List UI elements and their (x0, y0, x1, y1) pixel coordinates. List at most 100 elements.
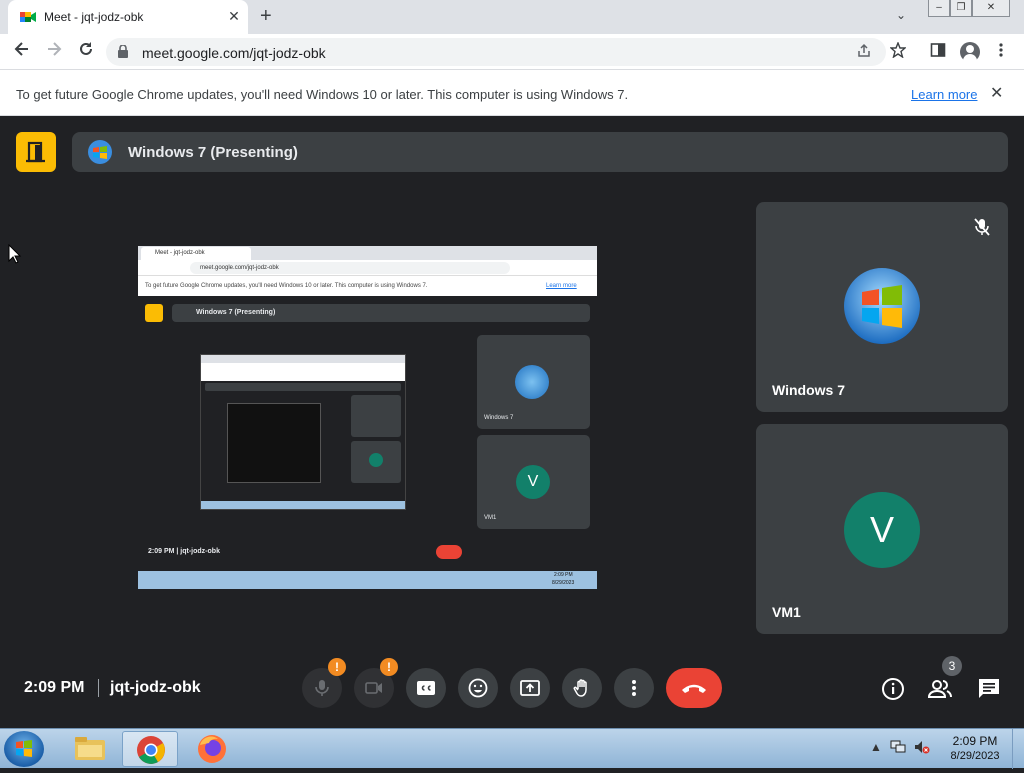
chat-icon[interactable] (976, 676, 1002, 702)
taskbar-clock-time[interactable]: 2:09 PM (948, 734, 1002, 748)
shared-screen-view[interactable]: Meet - jqt-jodz-obk meet.google.com/jqt-… (138, 246, 597, 589)
lock-icon (118, 45, 128, 58)
shared-toolbar: meet.google.com/jqt-jodz-obk (138, 260, 597, 276)
more-options-button[interactable] (614, 668, 654, 708)
present-screen-button[interactable] (510, 668, 550, 708)
new-tab-button[interactable]: + (260, 5, 272, 28)
share-icon[interactable] (856, 43, 872, 63)
companion-door-button[interactable] (16, 132, 56, 172)
shared-taskbar-date: 8/29/2023 (552, 580, 575, 586)
taskbar-clock-date[interactable]: 8/29/2023 (946, 750, 1004, 762)
bookmark-star-icon[interactable] (889, 41, 907, 62)
shared-tile2-name: VM1 (484, 515, 497, 521)
restore-button[interactable]: ❐ (950, 0, 972, 17)
taskbar-file-explorer[interactable] (62, 731, 118, 767)
camera-warning-badge: ! (380, 658, 398, 676)
browser-tab-meet[interactable]: Meet - jqt-jodz-obk ✕ (8, 0, 248, 34)
mouse-cursor-icon (8, 244, 22, 264)
presenting-title: Windows 7 (Presenting) (128, 144, 298, 161)
window-controls: – ❐ ✕ (928, 0, 1010, 18)
shared-infobar-message: To get future Google Chrome updates, you… (145, 283, 428, 289)
shared-learn-more: Learn more (546, 283, 577, 289)
participant-name-vm1: VM1 (772, 604, 801, 620)
profile-avatar-icon[interactable] (960, 42, 980, 62)
google-meet-favicon-icon (20, 12, 36, 22)
more-vert-icon (632, 680, 636, 696)
shared-tile1-name: Windows 7 (484, 415, 514, 421)
people-icon[interactable] (927, 676, 953, 702)
time-code-separator (98, 679, 99, 697)
mic-warning-badge: ! (328, 658, 346, 676)
tray-show-hidden-icon[interactable]: ▲ (870, 740, 882, 754)
url-text: meet.google.com/jqt-jodz-obk (142, 45, 326, 61)
infobar-close-icon[interactable]: ✕ (990, 83, 1003, 103)
windows-avatar-icon (844, 268, 920, 344)
participant-name-windows7: Windows 7 (772, 382, 845, 398)
tab-title: Meet - jqt-jodz-obk (44, 10, 144, 24)
shared-door-icon (145, 304, 163, 322)
participant-count-badge: 3 (942, 656, 962, 676)
shared-presenting-banner: Windows 7 (Presenting) (172, 304, 590, 322)
camera-icon (365, 682, 382, 694)
start-button[interactable] (4, 731, 44, 767)
shared-infobar: To get future Google Chrome updates, you… (138, 276, 597, 296)
windows-start-icon (16, 740, 32, 757)
back-arrow-icon[interactable] (10, 40, 34, 64)
participant-tile-vm1[interactable]: V VM1 (756, 424, 1008, 634)
raise-hand-button[interactable] (562, 668, 602, 708)
show-desktop-button[interactable] (1012, 729, 1024, 769)
windows-logo-icon (88, 140, 112, 164)
reactions-button[interactable] (458, 668, 498, 708)
hand-icon (573, 679, 587, 697)
microphone-button[interactable]: ! (302, 658, 346, 708)
shared-presenting-title: Windows 7 (Presenting) (196, 309, 276, 316)
participant-tile-windows7[interactable]: Windows 7 (756, 202, 1008, 412)
browser-tab-strip: Meet - jqt-jodz-obk ✕ + ⌄ – ❐ ✕ (0, 0, 1024, 34)
address-bar[interactable]: meet.google.com/jqt-jodz-obk (106, 38, 886, 66)
volume-muted-icon[interactable] (914, 740, 930, 754)
learn-more-link[interactable]: Learn more (911, 87, 977, 102)
shared-url: meet.google.com/jqt-jodz-obk (190, 262, 510, 274)
network-icon[interactable] (890, 740, 906, 754)
shared-tile-windows7: Windows 7 (477, 335, 590, 429)
infobar-message: To get future Google Chrome updates, you… (16, 87, 629, 102)
door-icon (26, 141, 45, 163)
side-panel-icon[interactable] (930, 42, 946, 62)
reload-icon[interactable] (74, 40, 98, 64)
mic-off-icon (974, 218, 990, 236)
shared-tab: Meet - jqt-jodz-obk (141, 247, 251, 260)
tab-search-chevron-icon[interactable]: ⌄ (896, 8, 906, 22)
microphone-icon (315, 680, 329, 696)
closed-captions-icon (417, 681, 435, 695)
shared-taskbar: 2:09 PM 8/29/2023 (138, 571, 597, 589)
camera-button[interactable]: ! (354, 658, 398, 708)
meeting-details-info-icon[interactable] (880, 676, 906, 702)
tab-close-icon[interactable]: ✕ (226, 8, 242, 25)
shared-controls: 2:09 PM | jqt-jodz-obk (138, 544, 597, 562)
shared-time-code: 2:09 PM | jqt-jodz-obk (148, 548, 220, 555)
firefox-icon (198, 735, 226, 763)
shared-tile2-letter: V (516, 465, 550, 499)
meet-main: Windows 7 (Presenting) Meet - jqt-jodz-o… (0, 116, 1024, 728)
captions-button[interactable] (406, 668, 446, 708)
browser-toolbar: meet.google.com/jqt-jodz-obk (0, 34, 1024, 70)
close-window-button[interactable]: ✕ (972, 0, 1010, 17)
shared-tab-strip: Meet - jqt-jodz-obk (138, 246, 597, 260)
present-screen-icon (520, 680, 540, 696)
emoji-icon (468, 678, 488, 698)
meeting-time: 2:09 PM (24, 679, 85, 696)
windows-taskbar: ▲ 2:09 PM 8/29/2023 (0, 728, 1024, 769)
leave-call-button[interactable] (666, 668, 722, 708)
taskbar-firefox[interactable] (184, 731, 240, 767)
chrome-icon (137, 736, 165, 764)
minimize-button[interactable]: – (928, 0, 950, 17)
taskbar-chrome[interactable] (122, 731, 178, 767)
forward-arrow-icon[interactable] (42, 40, 66, 64)
presenting-banner: Windows 7 (Presenting) (72, 132, 1008, 172)
folder-icon (75, 737, 105, 760)
hang-up-phone-icon (682, 684, 706, 693)
chrome-update-infobar: To get future Google Chrome updates, you… (0, 70, 1024, 116)
vm1-avatar: V (844, 492, 920, 568)
kebab-menu-icon[interactable] (998, 42, 1004, 62)
shared-tile-vm1: V VM1 (477, 435, 590, 529)
